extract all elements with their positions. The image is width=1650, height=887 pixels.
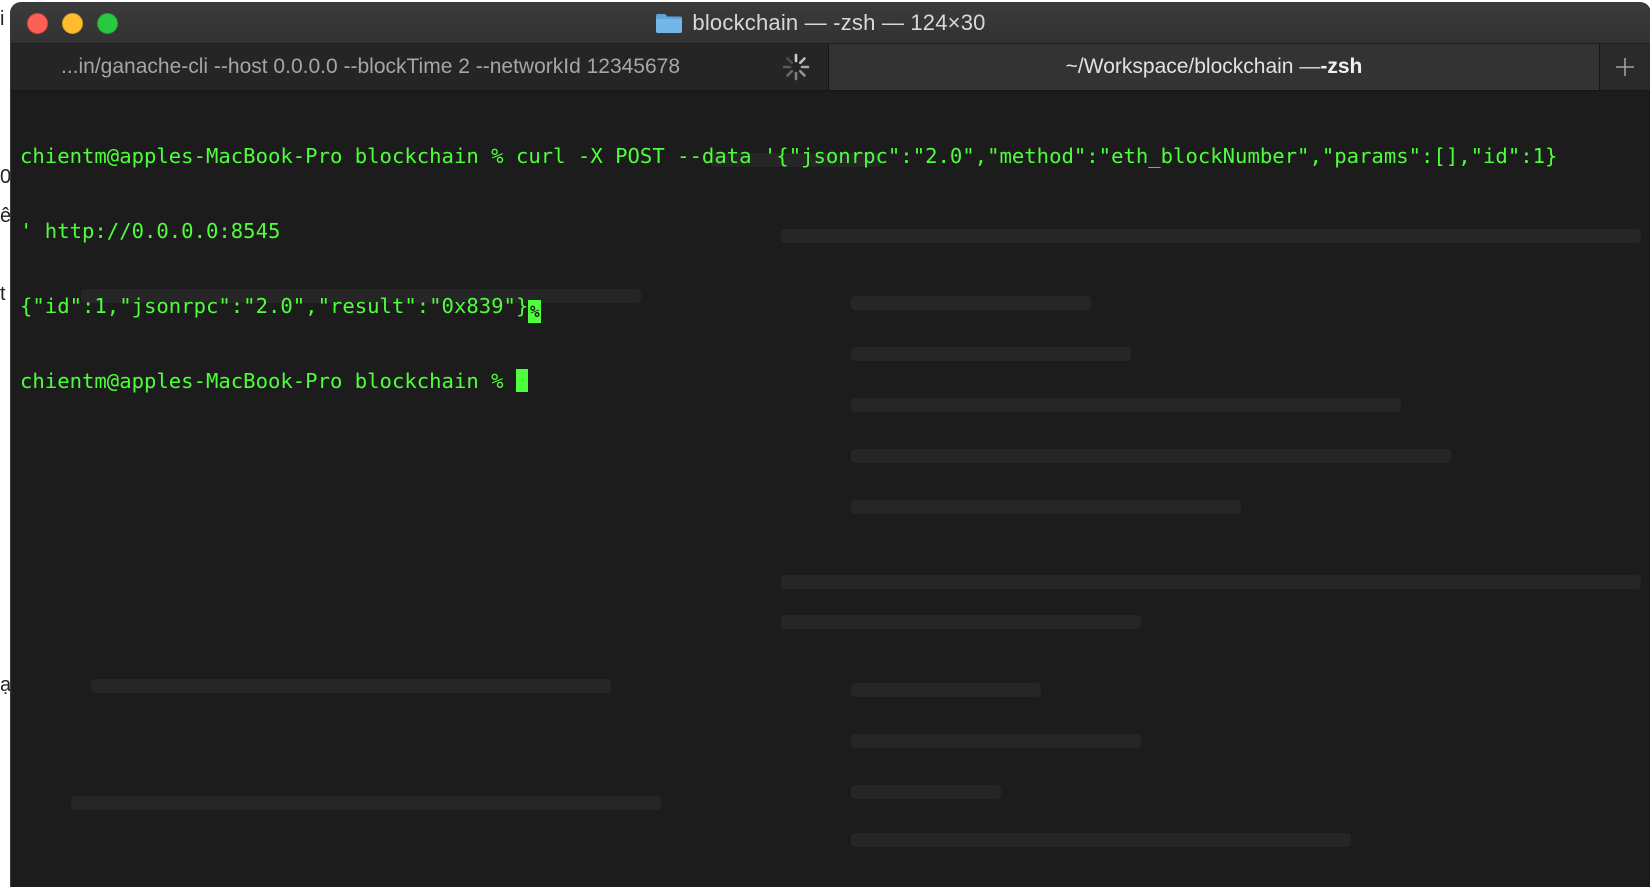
- tab-bar: ...in/ganache-cli --host 0.0.0.0 --block…: [11, 44, 1650, 91]
- text-cursor: [515, 369, 528, 392]
- rpc-response: {"id":1,"jsonrpc":"2.0","result":"0x839"…: [20, 294, 529, 318]
- background-ghost-text: [851, 500, 1241, 514]
- terminal-line: ' http://0.0.0.0:8545: [20, 219, 281, 243]
- terminal-text: chientm@apples-MacBook-Pro blockchain % …: [20, 94, 1557, 444]
- background-ghost-text: [851, 734, 1141, 748]
- tab-workspace-blockchain[interactable]: ~/Workspace/blockchain — -zsh: [829, 44, 1599, 90]
- background-ghost-text: [851, 683, 1041, 697]
- terminal-line: chientm@apples-MacBook-Pro blockchain % …: [20, 144, 1558, 168]
- plus-icon: [1616, 58, 1634, 76]
- tab-ganache-cli[interactable]: ...in/ganache-cli --host 0.0.0.0 --block…: [11, 44, 829, 90]
- title-bar[interactable]: blockchain — -zsh — 124×30: [11, 3, 1650, 44]
- background-window-edge: i 0 ê t ạ: [0, 0, 11, 887]
- background-ghost-text: [91, 679, 611, 693]
- background-ghost-text: [781, 615, 1141, 629]
- activity-spinner-icon: [782, 53, 810, 81]
- no-newline-mark: %: [528, 300, 542, 323]
- background-ghost-text: [851, 449, 1451, 463]
- terminal-line: chientm@apples-MacBook-Pro blockchain %: [20, 369, 1557, 394]
- background-ghost-text: [851, 785, 1001, 799]
- background-ghost-text: [851, 833, 1351, 847]
- shell-prompt: chientm@apples-MacBook-Pro blockchain %: [20, 369, 516, 393]
- tab-label-shell: -zsh: [1320, 55, 1363, 78]
- folder-icon: [656, 13, 683, 33]
- terminal-output[interactable]: chientm@apples-MacBook-Pro blockchain % …: [11, 91, 1650, 887]
- background-ghost-text: [781, 575, 1641, 589]
- window-title: blockchain — -zsh — 124×30: [692, 10, 986, 35]
- terminal-window: blockchain — -zsh — 124×30 ...in/ganache…: [11, 3, 1650, 887]
- new-tab-button[interactable]: [1599, 44, 1650, 90]
- terminal-line: {"id":1,"jsonrpc":"2.0","result":"0x839"…: [20, 294, 1557, 323]
- background-ghost-text: [71, 796, 661, 810]
- tab-label: ...in/ganache-cli --host 0.0.0.0 --block…: [61, 55, 681, 78]
- tab-label-prefix: ~/Workspace/blockchain —: [1065, 55, 1321, 78]
- title-group: blockchain — -zsh — 124×30: [11, 3, 1650, 43]
